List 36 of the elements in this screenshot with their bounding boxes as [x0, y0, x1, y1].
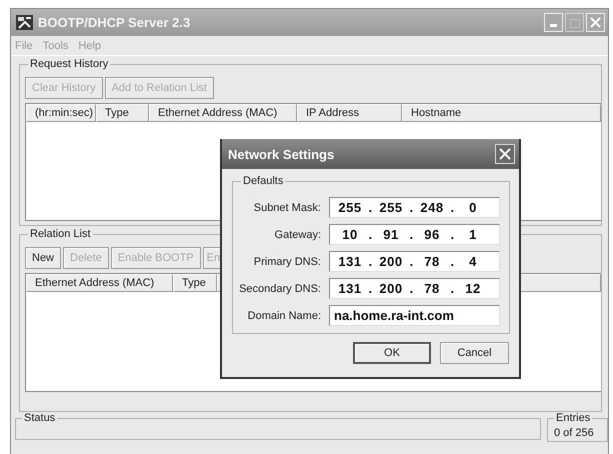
column-header[interactable]: Ethernet Address (MAC)	[26, 274, 173, 292]
dialog-button[interactable]: OK	[353, 342, 431, 364]
dialog-title: Network Settings	[228, 146, 334, 162]
field-label: Gateway:	[274, 228, 322, 240]
close-icon	[590, 17, 601, 28]
column-header[interactable]: Type	[173, 274, 217, 292]
maximize-button[interactable]	[565, 13, 584, 32]
group-title: Relation List	[28, 228, 93, 240]
column-header[interactable]: Ethernet Address (MAC)	[149, 104, 297, 122]
close-button[interactable]	[495, 144, 515, 164]
toolbar-button[interactable]: New	[25, 247, 62, 269]
app-icon	[16, 15, 33, 30]
dialog-button[interactable]: Cancel	[440, 342, 509, 364]
column-header[interactable]: (hr:min:sec)	[26, 104, 96, 122]
column-header[interactable]: Hostname	[402, 104, 601, 122]
window-title: BOOTP/DHCP Server 2.3	[38, 15, 192, 30]
column-header[interactable]: IP Address	[297, 104, 402, 122]
field-label: Secondary DNS:	[238, 282, 322, 294]
field-label: Subnet Mask:	[252, 202, 322, 214]
ip-address-field[interactable]: 131 . 200 . 78 . 4	[329, 251, 500, 272]
column-header[interactable]: Type	[96, 104, 149, 122]
ip-address-field[interactable]: 131 . 200 . 78 . 12	[329, 278, 500, 299]
close-button[interactable]	[586, 13, 605, 32]
maximize-icon	[570, 18, 580, 28]
close-icon	[499, 148, 511, 160]
group-title: Status	[22, 412, 58, 424]
entries-count: 0 of 256	[554, 427, 594, 439]
ip-address-field[interactable]: 10 . 91 . 96 . 1	[329, 224, 500, 245]
ip-address-field[interactable]: 255 . 255 . 248 . 0	[329, 197, 500, 218]
field-label: Domain Name:	[246, 310, 322, 322]
field-label: Primary DNS:	[252, 256, 322, 268]
group-title: Request History	[28, 58, 110, 70]
text-field[interactable]: na.home.ra-int.com	[329, 305, 500, 326]
group-title: Entries	[554, 412, 592, 424]
minimize-button[interactable]	[544, 13, 563, 32]
group-title: Defaults	[241, 175, 286, 187]
